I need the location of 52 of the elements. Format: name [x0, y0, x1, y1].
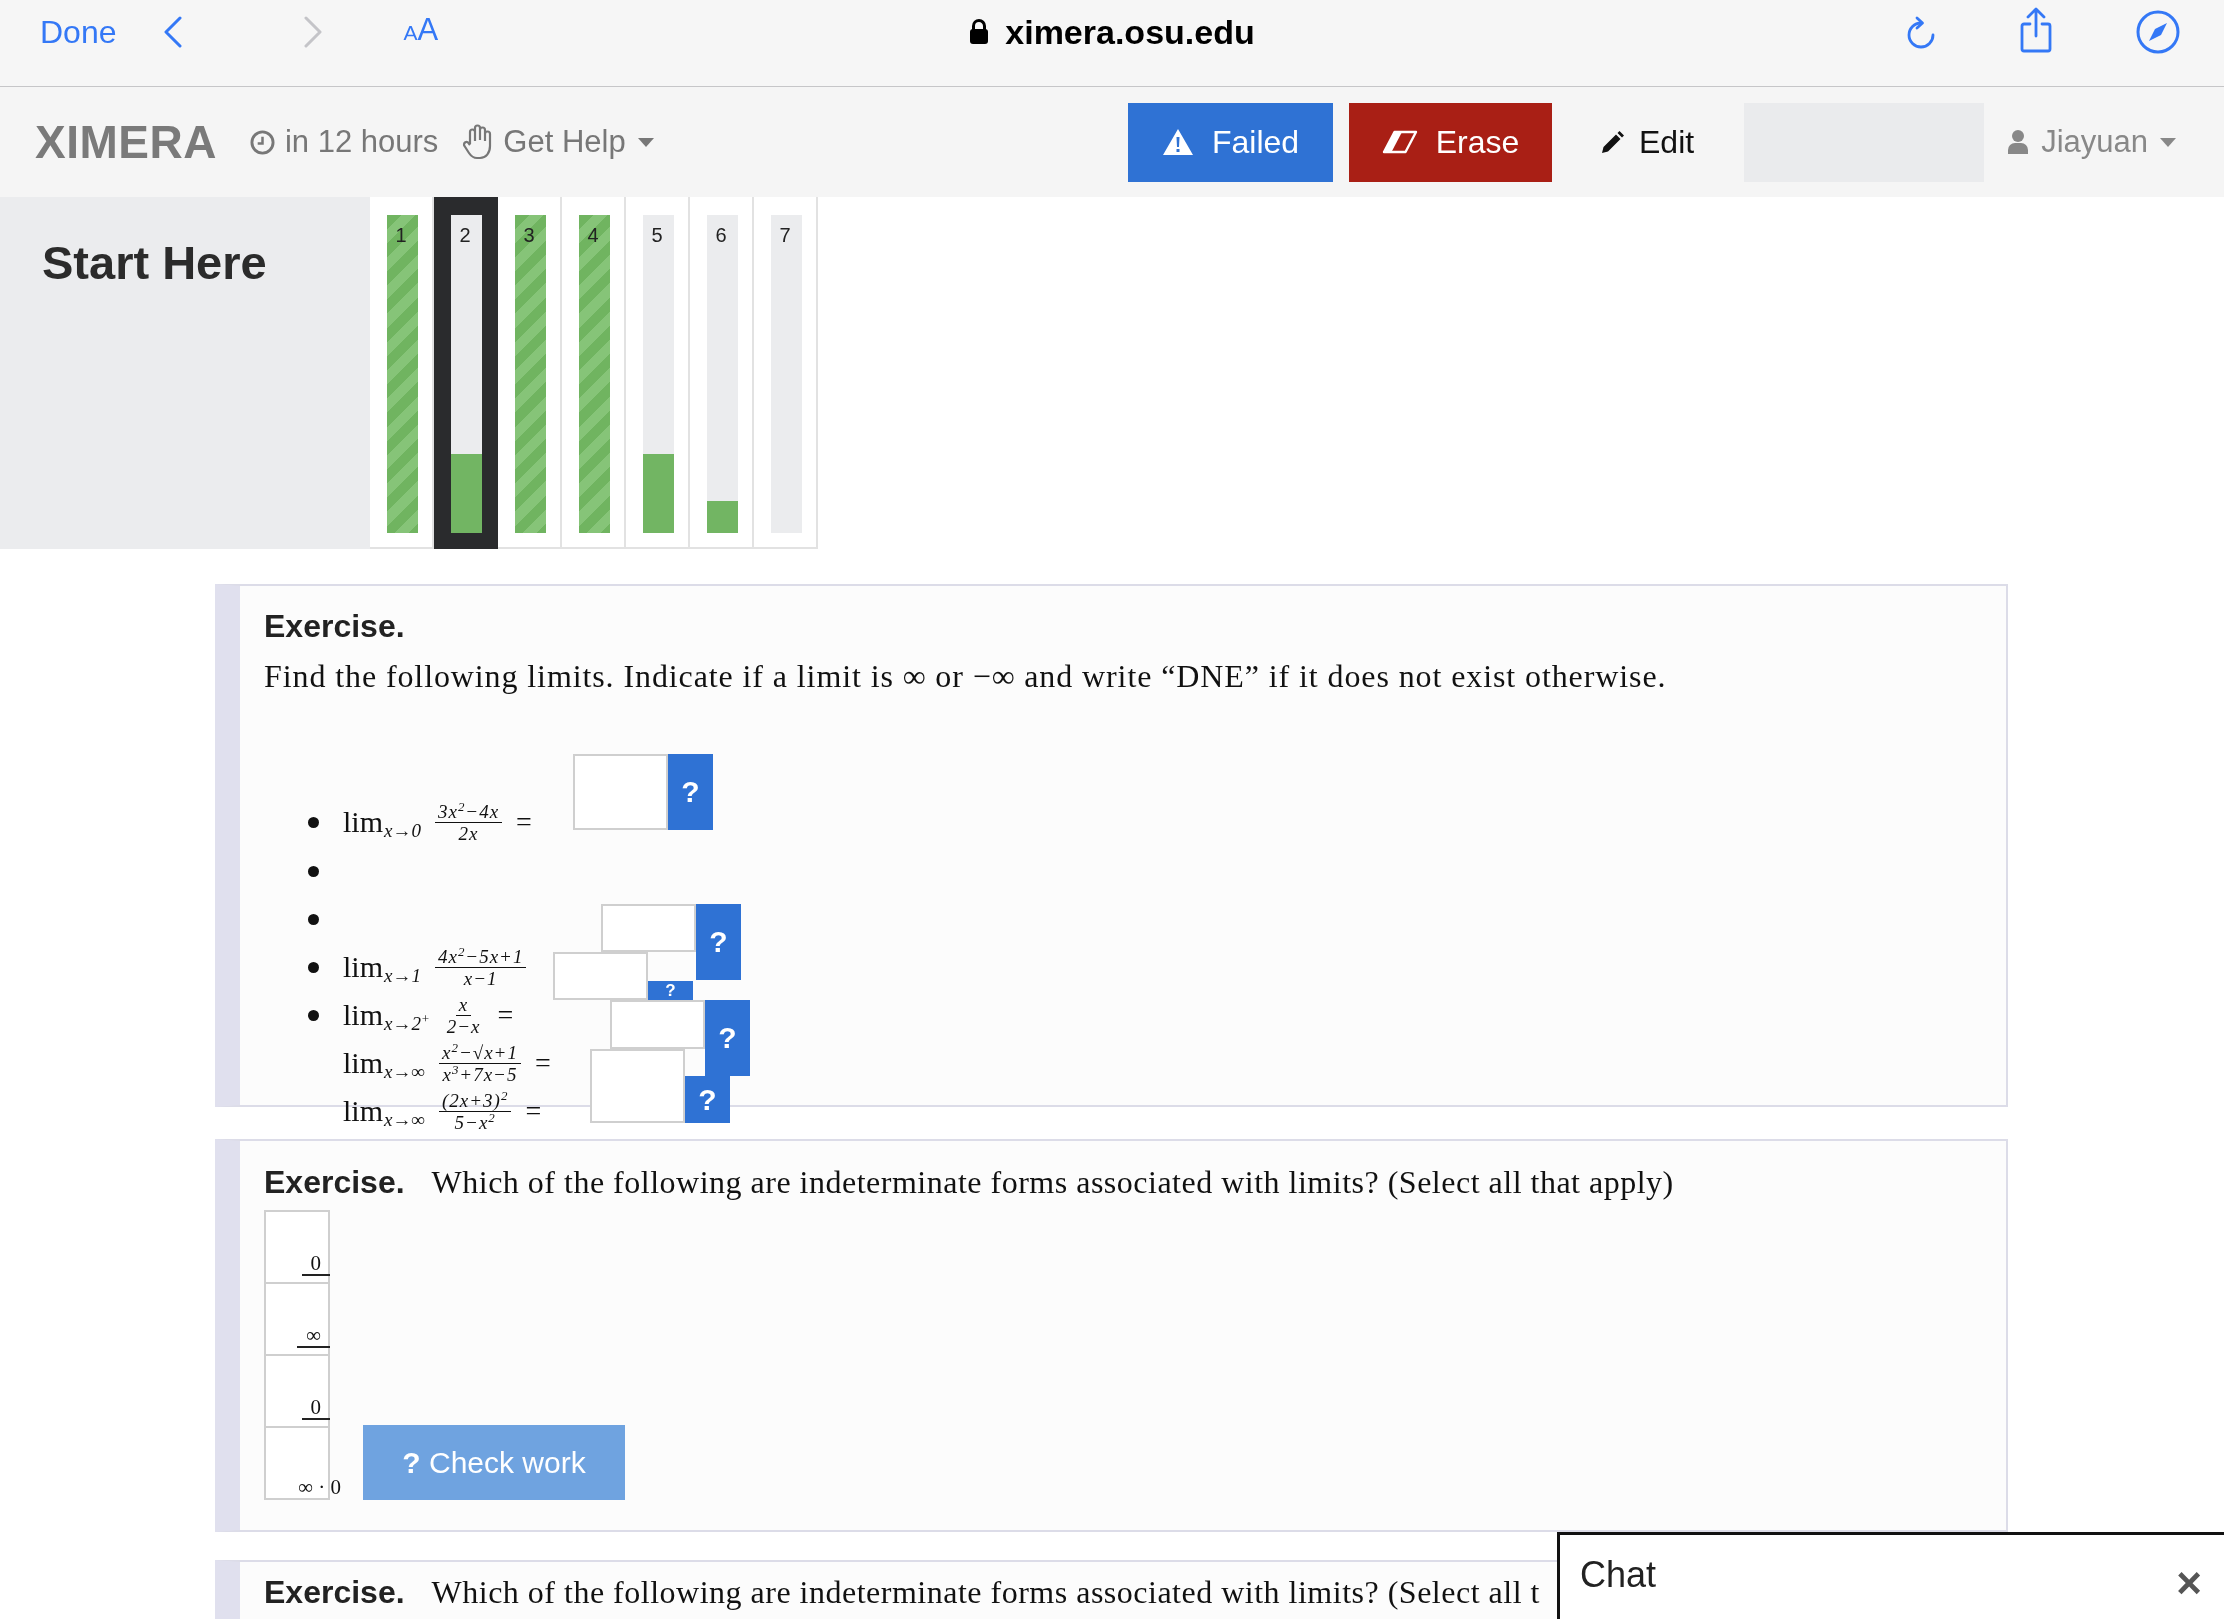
exercise-prompt: Which of the following are indeterminate forms associated with limits? (Select all t [431, 1573, 1540, 1612]
answer-field[interactable] [573, 754, 668, 830]
caret-icon [2160, 137, 2176, 147]
pencil-icon [1601, 130, 1625, 154]
clock-icon [249, 129, 275, 155]
hint-button[interactable]: ? [705, 1000, 750, 1076]
answer-field[interactable] [601, 904, 696, 952]
choice-option[interactable]: 0 [264, 1210, 330, 1284]
text-size-button[interactable]: AA [403, 12, 439, 51]
done-button[interactable]: Done [40, 11, 117, 52]
hint-button[interactable]: ? [668, 754, 713, 830]
address-field[interactable]: ximera.osu.edu [1005, 11, 1255, 52]
activity-tab[interactable]: 3 [498, 197, 562, 549]
back-icon[interactable] [163, 15, 182, 48]
choice-option[interactable]: 0 [264, 1356, 330, 1428]
exercise-heading: Exercise. [264, 1164, 405, 1200]
hint-button[interactable]: ? [685, 1076, 730, 1123]
activity-tab[interactable]: 4 [562, 197, 626, 549]
edit-button[interactable]: Edit [1601, 122, 1695, 162]
activity-tab[interactable]: 6 [690, 197, 754, 549]
get-help-button[interactable]: Get Help [462, 122, 654, 162]
answer-field[interactable] [590, 1049, 685, 1123]
exercise-prompt: Find the following limits. Indicate if a limit is ∞ or −∞ and write “DNE” if it does not exist otherwise. [264, 657, 1668, 696]
hand-icon [462, 124, 493, 160]
answer-field[interactable] [610, 1000, 705, 1049]
warning-icon [1161, 128, 1194, 156]
exercise-prompt: Which of the following are indeterminate forms associated with limits? (Select all that apply) [431, 1163, 1674, 1202]
due-time-text: in 12 hours [284, 123, 439, 161]
lock-icon [969, 18, 990, 45]
hint-button[interactable]: ? [648, 981, 693, 1000]
activity-tab[interactable]: 5 [626, 197, 690, 549]
user-menu-button[interactable]: Jiayuan [2007, 122, 2176, 162]
close-button[interactable]: × [2176, 1561, 2202, 1605]
compass-icon[interactable] [2136, 9, 2180, 54]
erase-button[interactable]: Erase [1349, 102, 1552, 182]
logo[interactable]: XIMERA [35, 116, 217, 168]
choice-option[interactable]: ∞ [264, 1284, 330, 1356]
exercise-heading: Exercise. [264, 1574, 405, 1610]
failed-status-button[interactable]: Failed [1128, 102, 1333, 182]
activity-tab[interactable]: 2 [434, 197, 498, 549]
eraser-icon [1381, 130, 1418, 154]
exercise-heading: Exercise. [264, 608, 406, 644]
share-icon[interactable] [2018, 6, 2054, 53]
user-icon [2007, 129, 2030, 155]
section-title: Start Here [42, 235, 268, 291]
answer-field[interactable] [553, 952, 648, 1000]
activity-tab[interactable]: 1 [370, 197, 434, 549]
reload-icon[interactable] [1906, 14, 1936, 49]
chat-title: Chat [1580, 1553, 1657, 1597]
hint-button[interactable]: ? [696, 904, 741, 980]
activity-tab[interactable]: 7 [754, 197, 818, 549]
caret-icon [637, 137, 654, 147]
